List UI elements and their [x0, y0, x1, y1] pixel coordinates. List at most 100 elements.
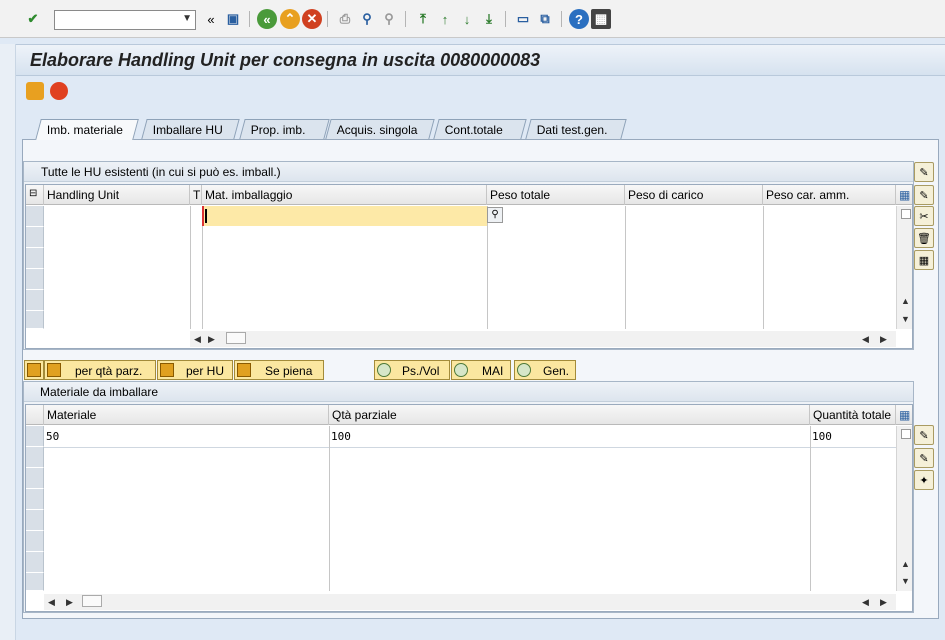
row-selector[interactable]	[26, 552, 44, 573]
scroll-right-icon[interactable]: ▶	[880, 597, 887, 608]
col-peso-totale[interactable]: Peso totale	[487, 185, 625, 205]
print-icon[interactable]: ⎙	[335, 9, 355, 29]
row-selector[interactable]	[26, 269, 44, 290]
material-horizontal-scrollbar[interactable]: ◀ ▶ ◀ ▶	[44, 594, 896, 610]
new-session-icon[interactable]: ▭	[513, 9, 533, 29]
shortcut-icon[interactable]: ⧉	[535, 9, 555, 29]
col-quantita-totale[interactable]: Quantità totale	[810, 405, 896, 425]
pack-button[interactable]	[24, 360, 44, 380]
scroll-left-icon[interactable]: ◀	[48, 597, 55, 608]
column-settings-icon[interactable]: ▦	[896, 185, 912, 205]
command-dropdown-icon[interactable]: ▼	[182, 13, 192, 24]
save-icon[interactable]: ▣	[223, 9, 243, 29]
scroll-thumb[interactable]	[226, 332, 246, 344]
row-selector[interactable]	[26, 531, 44, 552]
column-settings-icon[interactable]: ▦	[896, 405, 912, 425]
col-peso-di-carico[interactable]: Peso di carico	[625, 185, 763, 205]
mai-button[interactable]: MAI	[451, 360, 511, 380]
back-icon[interactable]: «	[257, 9, 277, 29]
partial-qty-cell[interactable]: 100	[329, 430, 351, 443]
tab-imb-materiale[interactable]: Imb. materiale	[35, 119, 139, 140]
weight-volume-button[interactable]: Ps./Vol	[374, 360, 450, 380]
help-icon[interactable]: ?	[569, 9, 589, 29]
pack-partial-qty-button[interactable]: per qtà parz.	[44, 360, 156, 380]
scroll-right-icon[interactable]: ▶	[208, 334, 215, 345]
add-material-icon[interactable]: ✎	[914, 425, 934, 445]
row-selector[interactable]	[26, 447, 44, 468]
exit-icon[interactable]: ⌃	[280, 9, 300, 29]
distribute-material-icon[interactable]: ✦	[914, 470, 934, 490]
toolbar-separator	[405, 11, 406, 27]
select-checkbox[interactable]	[901, 429, 911, 439]
next-page-icon[interactable]: ↓	[457, 9, 477, 29]
tab-cont-totale[interactable]: Cont.totale	[433, 119, 527, 139]
tab-acquis-singola[interactable]: Acquis. singola	[325, 119, 435, 139]
pack-hu-icon[interactable]: ▦	[914, 250, 934, 270]
command-field[interactable]: ▼	[54, 10, 196, 30]
find-next-icon[interactable]: ⚲	[379, 9, 399, 29]
create-hu-icon[interactable]: ✎	[914, 162, 934, 182]
pack-per-hu-button[interactable]: per HU	[157, 360, 233, 380]
edit-material-icon[interactable]: ✎	[914, 448, 934, 468]
find-icon[interactable]: ⚲	[357, 9, 377, 29]
value-help-icon[interactable]: ⚲	[487, 207, 503, 223]
tab-dati-test-gen[interactable]: Dati test.gen.	[525, 119, 627, 139]
hu-vertical-scrollbar[interactable]: ▲ ▼	[896, 206, 912, 329]
previous-page-icon[interactable]: ↑	[435, 9, 455, 29]
row-selector[interactable]	[26, 510, 44, 531]
col-materiale[interactable]: Materiale	[44, 405, 329, 425]
tab-prop-imb[interactable]: Prop. imb.	[239, 119, 330, 139]
lifebuoy-icon[interactable]	[50, 82, 68, 100]
scroll-left-icon[interactable]: ◀	[862, 334, 869, 345]
row-selector[interactable]	[26, 227, 44, 248]
toolbar-separator	[561, 11, 562, 27]
gen-button[interactable]: Gen.	[514, 360, 576, 380]
collapse-icon[interactable]: «	[201, 9, 221, 29]
row-selector[interactable]	[26, 248, 44, 269]
column-divider	[329, 426, 330, 591]
scroll-thumb[interactable]	[82, 595, 102, 607]
text-cursor	[205, 209, 207, 223]
tab-imballare-hu[interactable]: Imballare HU	[141, 119, 240, 139]
row-selector[interactable]	[26, 426, 44, 447]
hu-table: ⊟ Handling Unit T Mat. imballaggio Peso …	[25, 184, 913, 349]
col-peso-car-amm[interactable]: Peso car. amm.	[763, 185, 896, 205]
tab-label: Imballare HU	[152, 123, 223, 137]
total-qty-cell[interactable]: 100	[810, 430, 832, 443]
scroll-left-icon[interactable]: ◀	[862, 597, 869, 608]
scroll-up-icon[interactable]: ▲	[901, 296, 910, 306]
row-selector[interactable]	[26, 311, 44, 329]
select-all-icon[interactable]: ⊟	[26, 185, 44, 205]
row-selector[interactable]	[26, 468, 44, 489]
row-selector[interactable]	[26, 573, 44, 591]
row-selector[interactable]	[26, 489, 44, 510]
packaging-material-input[interactable]	[202, 206, 487, 226]
row-selector[interactable]	[26, 206, 44, 227]
col-mat-imballaggio[interactable]: Mat. imballaggio	[202, 185, 487, 205]
unpack-hu-icon[interactable]: ✂	[914, 206, 934, 226]
scroll-right-icon[interactable]: ▶	[880, 334, 887, 345]
material-vertical-scrollbar[interactable]: ▲ ▼	[896, 426, 912, 591]
col-handling-unit[interactable]: Handling Unit	[44, 185, 190, 205]
col-qta-parziale[interactable]: Qtà parziale	[329, 405, 810, 425]
material-cell[interactable]: 50	[44, 430, 59, 443]
enter-icon[interactable]: ✔	[23, 9, 43, 29]
delete-hu-icon[interactable]: 🗑	[914, 228, 934, 248]
scroll-down-icon[interactable]: ▼	[901, 314, 910, 324]
customize-layout-icon[interactable]: ▦	[591, 9, 611, 29]
scroll-left-icon[interactable]: ◀	[194, 334, 201, 345]
row-selector[interactable]	[26, 290, 44, 311]
tab-label: Dati test.gen.	[536, 123, 608, 137]
cancel-icon[interactable]: ✕	[302, 9, 322, 29]
edit-hu-icon[interactable]: ✎	[914, 185, 934, 205]
mountain-icon[interactable]	[26, 82, 44, 100]
last-page-icon[interactable]: ⤓	[479, 9, 499, 29]
select-checkbox[interactable]	[901, 209, 911, 219]
scroll-up-icon[interactable]: ▲	[901, 559, 910, 569]
scroll-down-icon[interactable]: ▼	[901, 576, 910, 586]
scroll-right-icon[interactable]: ▶	[66, 597, 73, 608]
pack-if-full-button[interactable]: Se piena	[234, 360, 324, 380]
col-t[interactable]: T	[190, 185, 202, 205]
hu-horizontal-scrollbar[interactable]: ◀ ▶ ◀ ▶	[190, 331, 896, 347]
first-page-icon[interactable]: ⤒	[413, 9, 433, 29]
